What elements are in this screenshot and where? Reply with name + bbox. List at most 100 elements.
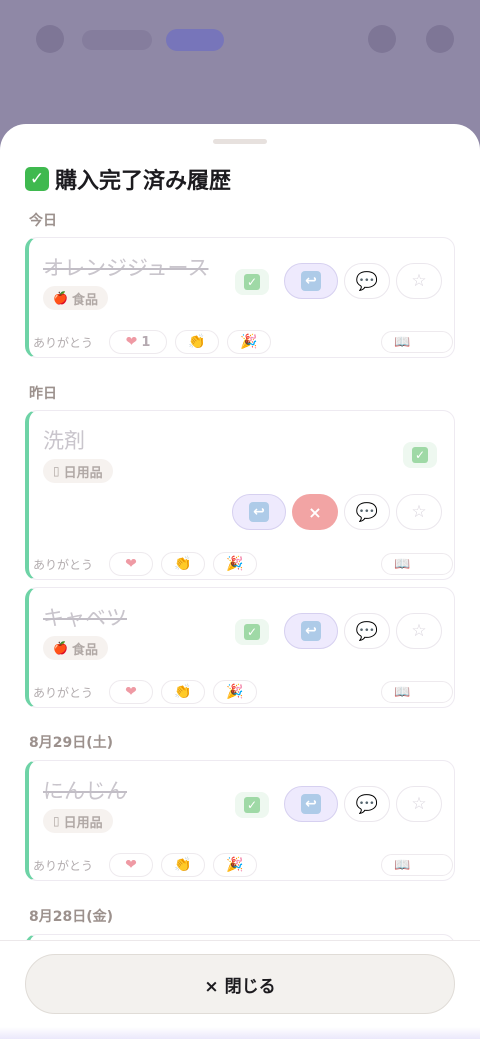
item-name: にんじん: [43, 779, 127, 803]
sheet-title: ✓ 購入完了済み履歴: [25, 164, 231, 194]
undo-button[interactable]: ↩: [284, 263, 338, 299]
apple-icon: 🍎: [53, 641, 68, 655]
comment-button[interactable]: 💬: [344, 613, 390, 649]
party-popper-icon: 🎉: [226, 684, 244, 700]
close-button[interactable]: × 閉じる: [25, 954, 455, 1014]
undo-icon: ↩: [301, 621, 321, 641]
favorite-button[interactable]: ☆: [396, 494, 442, 530]
party-reaction-button[interactable]: 🎉: [213, 853, 257, 877]
book-icon: 📖: [394, 334, 411, 350]
category-label: 食品: [71, 292, 98, 308]
heart-icon: ❤: [125, 334, 138, 350]
undo-button[interactable]: ↩: [284, 613, 338, 649]
star-icon: ☆: [411, 271, 427, 291]
backdrop-badge: [166, 29, 224, 51]
heart-reaction-button[interactable]: ❤ 1: [109, 330, 167, 354]
notes-button[interactable]: 📖: [381, 854, 453, 876]
party-popper-icon: 🎉: [240, 334, 258, 350]
clap-reaction-button[interactable]: 👏: [161, 680, 205, 704]
book-icon: 📖: [394, 684, 411, 700]
party-popper-icon: 🎉: [226, 857, 244, 873]
star-icon: ☆: [411, 502, 427, 522]
roll-icon: ▯: [53, 464, 60, 478]
thanks-label: ありがとう: [33, 686, 94, 700]
reaction-row: ありがとう ❤ 👏 🎉 📖: [33, 680, 453, 704]
undo-button[interactable]: ↩: [284, 786, 338, 822]
speech-bubble-icon: 💬: [355, 793, 379, 815]
clap-reaction-button[interactable]: 👏: [175, 330, 219, 354]
comment-button[interactable]: 💬: [344, 263, 390, 299]
comment-button[interactable]: 💬: [344, 494, 390, 530]
category-tag: 🍎 食品: [43, 286, 108, 310]
item-name: 洗剤: [43, 429, 85, 453]
speech-bubble-icon: 💬: [355, 501, 379, 523]
clap-icon: 👏: [174, 556, 192, 572]
clap-icon: 👏: [174, 684, 192, 700]
done-badge: ✓: [403, 442, 437, 468]
date-heading: 今日: [29, 213, 57, 229]
item-name: キャベツ: [43, 606, 127, 630]
sheet-footer: × 閉じる: [0, 940, 480, 1039]
sheet-title-text: 購入完了済み履歴: [55, 169, 232, 194]
date-heading: 8月28日(金): [29, 909, 114, 925]
heart-icon: ❤: [125, 857, 137, 873]
favorite-button[interactable]: ☆: [396, 263, 442, 299]
close-icon: ×: [308, 502, 322, 522]
favorite-button[interactable]: ☆: [396, 613, 442, 649]
reaction-row: ありがとう ❤ 👏 🎉 📖: [33, 853, 453, 877]
heart-reaction-button[interactable]: ❤: [109, 853, 153, 877]
party-reaction-button[interactable]: 🎉: [213, 552, 257, 576]
footer-glow: [0, 1027, 480, 1039]
check-box-icon: ✓: [25, 167, 49, 191]
apple-icon: 🍎: [53, 291, 68, 305]
heart-icon: ❤: [125, 684, 137, 700]
check-icon: ✓: [244, 274, 260, 290]
book-icon: 📖: [394, 556, 411, 572]
check-icon: ✓: [244, 797, 260, 813]
list-item: オレンジジュース 🍎 食品 ✓ ↩ 💬 ☆ ありがとう ❤ 1 👏 🎉 📖: [25, 237, 455, 358]
reaction-row: ありがとう ❤ 👏 🎉 📖: [33, 552, 453, 576]
clap-reaction-button[interactable]: 👏: [161, 853, 205, 877]
undo-button[interactable]: ↩: [232, 494, 286, 530]
category-label: 食品: [71, 642, 98, 658]
undo-icon: ↩: [301, 271, 321, 291]
category-tag: ▯ 日用品: [43, 459, 113, 483]
category-tag: ▯ 日用品: [43, 809, 113, 833]
undo-icon: ↩: [301, 794, 321, 814]
done-badge: ✓: [235, 269, 269, 295]
backdrop-menu-icon: [426, 25, 454, 53]
backdrop-avatar-icon: [36, 25, 64, 53]
history-sheet: ✓ 購入完了済み履歴 今日 オレンジジュース 🍎 食品 ✓ ↩ 💬 ☆ ありがと…: [0, 124, 480, 1039]
speech-bubble-icon: 💬: [355, 270, 379, 292]
thanks-label: ありがとう: [33, 558, 94, 572]
notes-button[interactable]: 📖: [381, 331, 453, 353]
category-tag: 🍎 食品: [43, 636, 108, 660]
backdrop-title: [82, 30, 152, 50]
drag-handle[interactable]: [213, 139, 267, 144]
delete-button[interactable]: ×: [292, 494, 338, 530]
party-reaction-button[interactable]: 🎉: [213, 680, 257, 704]
item-name: オレンジジュース: [43, 256, 209, 280]
clap-reaction-button[interactable]: 👏: [161, 552, 205, 576]
list-item: キャベツ 🍎 食品 ✓ ↩ 💬 ☆ ありがとう ❤ 👏 🎉 📖: [25, 587, 455, 708]
backdrop-action-icon: [368, 25, 396, 53]
heart-icon: ❤: [125, 556, 137, 572]
clap-icon: 👏: [188, 334, 206, 350]
comment-button[interactable]: 💬: [344, 786, 390, 822]
thanks-label: ありがとう: [33, 336, 94, 350]
date-heading: 昨日: [29, 386, 57, 402]
notes-button[interactable]: 📖: [381, 553, 453, 575]
reaction-row: ありがとう ❤ 1 👏 🎉 📖: [33, 330, 453, 354]
notes-button[interactable]: 📖: [381, 681, 453, 703]
heart-reaction-button[interactable]: ❤: [109, 552, 153, 576]
favorite-button[interactable]: ☆: [396, 786, 442, 822]
undo-icon: ↩: [249, 502, 269, 522]
check-icon: ✓: [412, 447, 428, 463]
clap-icon: 👏: [174, 857, 192, 873]
speech-bubble-icon: 💬: [355, 620, 379, 642]
category-label: 日用品: [63, 815, 103, 831]
done-badge: ✓: [235, 619, 269, 645]
heart-reaction-button[interactable]: ❤: [109, 680, 153, 704]
party-reaction-button[interactable]: 🎉: [227, 330, 271, 354]
thanks-label: ありがとう: [33, 859, 94, 873]
